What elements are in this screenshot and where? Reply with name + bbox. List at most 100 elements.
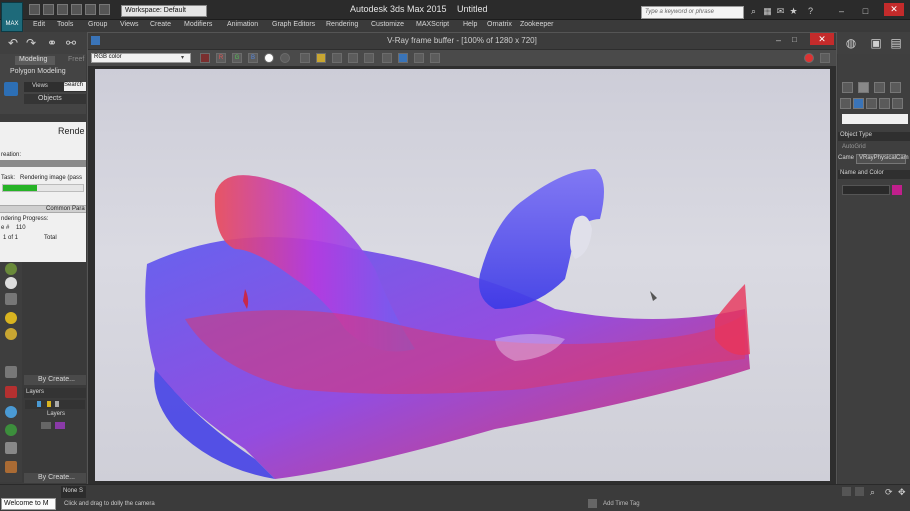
close-icon[interactable]: ✕ <box>884 3 904 16</box>
duplicate-icon[interactable] <box>348 53 358 63</box>
green-channel-button[interactable]: G <box>232 53 242 63</box>
time-tag-icon[interactable] <box>588 499 597 508</box>
time-config-icon[interactable] <box>855 487 864 496</box>
redo-arrow-icon[interactable]: ↷ <box>24 36 38 50</box>
utilities-tab-icon[interactable] <box>890 82 901 93</box>
stop-render-icon[interactable] <box>804 53 814 63</box>
redo-icon[interactable] <box>85 4 96 15</box>
history-icon[interactable] <box>414 53 424 63</box>
unlink-icon[interactable]: ⚯ <box>64 36 78 50</box>
helper-icon[interactable] <box>5 366 17 378</box>
app-logo[interactable]: MAX <box>1 2 23 32</box>
vfb-minimize-icon[interactable]: – <box>776 35 786 45</box>
object-name-field[interactable] <box>842 185 890 195</box>
category-dropdown[interactable] <box>842 114 908 124</box>
minimize-icon[interactable]: – <box>836 6 847 17</box>
polygon-modeling-label[interactable]: Polygon Modeling <box>10 68 66 75</box>
sun-icon[interactable] <box>5 312 17 324</box>
object-type-header[interactable]: Object Type <box>838 132 910 141</box>
maxscript-listener[interactable]: Welcome to M <box>1 498 56 510</box>
project-folder-icon[interactable] <box>99 4 110 15</box>
menu-rendering[interactable]: Rendering <box>326 21 358 28</box>
menu-tools[interactable]: Tools <box>57 21 73 28</box>
menu-edit[interactable]: Edit <box>33 21 45 28</box>
scene-search-field[interactable]: Search <box>64 82 86 91</box>
layer-color-swatch[interactable] <box>55 422 65 429</box>
new-file-icon[interactable] <box>29 4 40 15</box>
geometry-cat-icon[interactable] <box>840 98 851 109</box>
material-editor-icon[interactable]: ▣ <box>869 36 883 50</box>
layer-freeze-icon[interactable] <box>55 401 59 407</box>
binoculars-icon[interactable]: ⌕ <box>748 6 759 17</box>
undo-icon[interactable] <box>71 4 82 15</box>
layer-light-icon[interactable] <box>47 401 51 407</box>
help-icon[interactable]: ? <box>805 6 816 17</box>
favorites-icon[interactable]: ★ <box>788 6 799 17</box>
search-input[interactable]: Type a keyword or phrase <box>641 6 744 19</box>
space-warp-icon[interactable] <box>5 386 17 398</box>
camera-icon[interactable] <box>5 293 17 305</box>
tab-modeling[interactable]: Modeling <box>15 56 55 65</box>
snap-icon[interactable]: ◍ <box>844 36 858 50</box>
save-image-icon[interactable] <box>200 53 210 63</box>
link-to-render-icon[interactable] <box>398 53 408 63</box>
name-and-color-header[interactable]: Name and Color <box>838 170 910 179</box>
save-file-icon[interactable] <box>57 4 68 15</box>
link-icon[interactable]: ⚭ <box>45 36 59 50</box>
layer-add-icon[interactable] <box>37 401 41 407</box>
vfb-title-bar[interactable]: V-Ray frame buffer - [100% of 1280 x 720… <box>88 33 836 49</box>
shape-cat-icon[interactable] <box>866 98 877 109</box>
omni-light-icon[interactable] <box>5 328 17 340</box>
menu-group[interactable]: Group <box>88 21 107 28</box>
menu-ornatrix[interactable]: Ornatrix <box>487 21 512 28</box>
open-file-icon[interactable] <box>43 4 54 15</box>
layer-row[interactable]: Layers <box>25 411 85 420</box>
light-icon[interactable] <box>5 277 17 289</box>
mono-icon[interactable] <box>280 53 290 63</box>
zoom-icon[interactable]: ⌕ <box>870 487 879 497</box>
region-render-icon[interactable] <box>382 53 392 63</box>
system-icon[interactable] <box>5 406 17 418</box>
layer-row[interactable] <box>25 421 85 430</box>
red-channel-button[interactable]: R <box>216 53 226 63</box>
systems-cat-icon[interactable] <box>892 98 903 109</box>
render-setup-icon[interactable]: ▤ <box>889 36 903 50</box>
modifier-icon[interactable] <box>5 461 17 473</box>
vfb-maximize-icon[interactable]: □ <box>792 35 802 44</box>
selection-none-field[interactable]: None S <box>61 486 86 498</box>
communication-icon[interactable]: ✉ <box>775 6 786 17</box>
menu-customize[interactable]: Customize <box>371 21 404 28</box>
menu-animation[interactable]: Animation <box>227 21 258 28</box>
save-icon[interactable] <box>300 53 310 63</box>
compare-icon[interactable] <box>430 53 440 63</box>
camera-cat-icon[interactable] <box>853 98 864 109</box>
layer-visibility-icon[interactable] <box>41 422 51 429</box>
autogrid-checkbox[interactable]: AutoGrid <box>842 144 866 150</box>
subscription-icon[interactable]: ▦ <box>762 6 773 17</box>
geometry-icon[interactable] <box>5 424 17 436</box>
shape-icon[interactable] <box>5 442 17 454</box>
sphere-icon[interactable] <box>5 263 17 275</box>
alpha-channel-icon[interactable] <box>264 53 274 63</box>
tab-freeform[interactable]: Freef <box>68 56 84 63</box>
orbit-icon[interactable]: ⟳ <box>885 487 894 497</box>
sort-by-create-dropdown[interactable]: By Create... <box>24 375 86 385</box>
sort-by-create-dropdown-2[interactable]: By Create... <box>24 473 86 483</box>
track-mouse-icon[interactable] <box>364 53 374 63</box>
views-menu[interactable]: Views <box>32 83 48 89</box>
create-tab-icon[interactable] <box>842 82 853 93</box>
light-cat-icon[interactable] <box>879 98 890 109</box>
undo-arrow-icon[interactable]: ↶ <box>6 36 20 50</box>
render-view[interactable] <box>95 69 830 481</box>
hierarchy-tab-icon[interactable] <box>874 82 885 93</box>
add-time-tag[interactable]: Add Time Tag <box>603 501 640 507</box>
vray-physical-camera-button[interactable]: VRayPhysicalCam <box>856 154 909 164</box>
menu-maxscript[interactable]: MAXScript <box>416 21 449 28</box>
vfb-close-icon[interactable]: ✕ <box>810 33 834 45</box>
maximize-icon[interactable]: □ <box>860 6 871 17</box>
workspace-selector[interactable]: Workspace: Default <box>121 5 207 17</box>
load-icon[interactable] <box>316 53 326 63</box>
render-last-icon[interactable] <box>820 53 830 63</box>
clear-icon[interactable] <box>332 53 342 63</box>
channel-select[interactable]: RGB color <box>91 53 191 63</box>
